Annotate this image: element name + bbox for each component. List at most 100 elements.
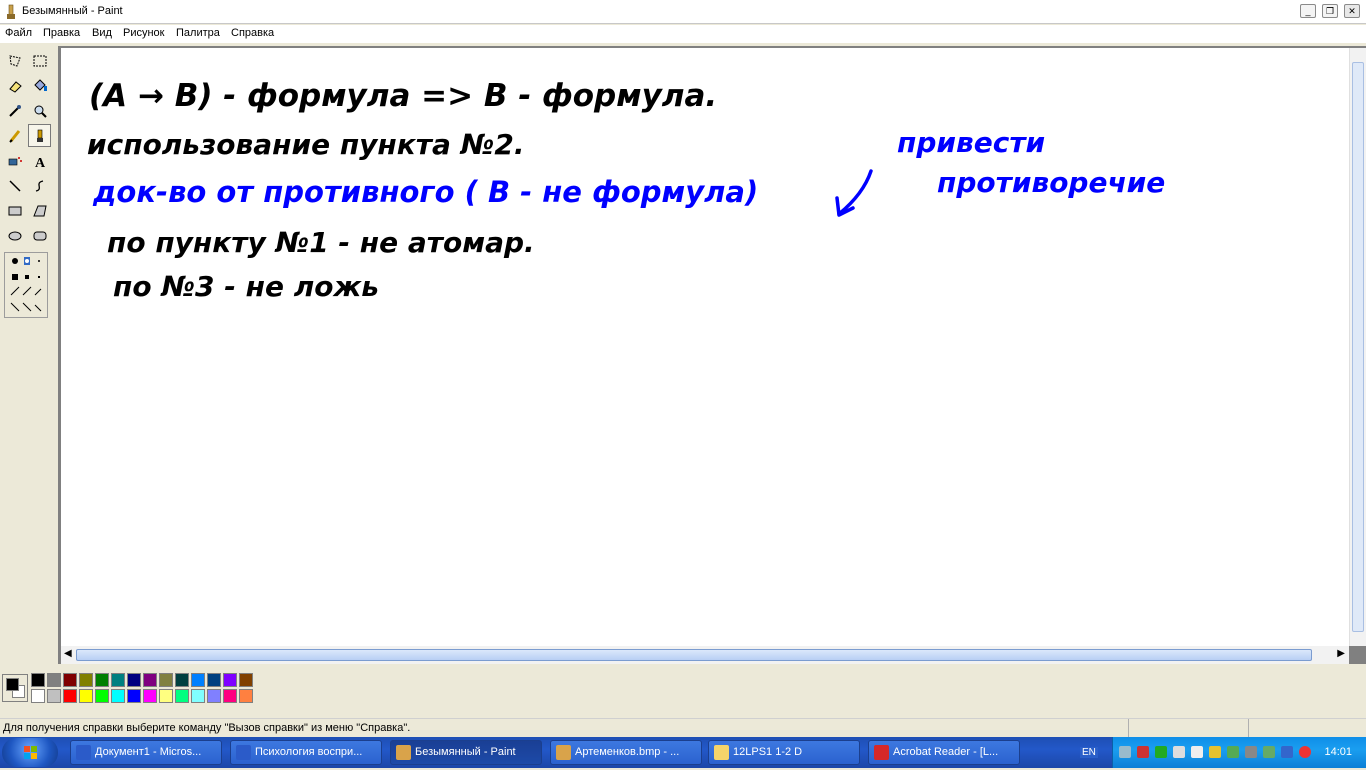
palette-swatch[interactable] [207, 673, 221, 687]
polygon-tool-icon[interactable] [28, 199, 51, 222]
menu-palette[interactable]: Палитра [174, 27, 222, 39]
palette-swatch[interactable] [63, 673, 77, 687]
palette-swatch[interactable] [175, 689, 189, 703]
taskbar-button[interactable]: Безымянный - Paint [390, 740, 542, 765]
handwriting-layer[interactable]: (A → B) - формула => B - формула. исполь… [61, 48, 1349, 646]
ellipse-tool-icon[interactable] [3, 224, 26, 247]
rounded-rect-tool-icon[interactable] [28, 224, 51, 247]
rect-select-icon[interactable] [28, 49, 51, 72]
handwriting-line-2: использование пункта №2. [87, 128, 524, 161]
note-line-1: привести [897, 126, 1045, 159]
palette-swatch[interactable] [159, 689, 173, 703]
scroll-right-icon[interactable]: ▶ [1337, 648, 1345, 659]
scroll-left-icon[interactable]: ◀ [64, 648, 72, 659]
palette-swatch[interactable] [95, 689, 109, 703]
palette-swatch[interactable] [191, 689, 205, 703]
palette-swatch[interactable] [95, 673, 109, 687]
color-picker-icon[interactable] [3, 99, 26, 122]
bluetooth-icon[interactable] [1281, 746, 1293, 758]
app-icon [76, 745, 91, 760]
palette-swatch[interactable] [175, 673, 189, 687]
language-indicator[interactable]: EN [1080, 747, 1098, 758]
palette-swatch[interactable] [47, 673, 61, 687]
sync-icon[interactable] [1263, 746, 1275, 758]
menu-help[interactable]: Справка [229, 27, 276, 39]
taskbar-button[interactable]: Психология воспри... [230, 740, 382, 765]
palette-swatch[interactable] [143, 689, 157, 703]
taskbar-button-label: Acrobat Reader - [L... [893, 746, 999, 758]
drawing-canvas[interactable]: (A → B) - формула => B - формула. исполь… [61, 48, 1349, 646]
close-button[interactable]: ✕ [1344, 4, 1360, 18]
update-icon[interactable] [1155, 746, 1167, 758]
start-button[interactable] [2, 738, 58, 767]
palette-swatch[interactable] [127, 689, 141, 703]
palette-swatch[interactable] [127, 673, 141, 687]
palette-swatch[interactable] [207, 689, 221, 703]
menu-file[interactable]: Файл [3, 27, 34, 39]
taskbar-button[interactable]: 12LPS1 1-2 D [708, 740, 860, 765]
handwriting-line-4: по пункту №1 - не атомар. [107, 226, 535, 259]
line-tool-icon[interactable] [3, 174, 26, 197]
palette-swatch[interactable] [191, 673, 205, 687]
battery-icon[interactable] [1227, 746, 1239, 758]
taskbar-button[interactable]: Артеменков.bmp - ... [550, 740, 702, 765]
free-select-icon[interactable] [3, 49, 26, 72]
minimize-button[interactable]: _ [1300, 4, 1316, 18]
network-icon[interactable] [1119, 746, 1131, 758]
gear-tray-icon[interactable] [1245, 746, 1257, 758]
palette-swatch[interactable] [111, 689, 125, 703]
taskbar-button[interactable]: Документ1 - Micros... [70, 740, 222, 765]
palette-swatch[interactable] [63, 689, 77, 703]
palette-swatch[interactable] [79, 673, 93, 687]
brush-icon[interactable] [28, 124, 51, 147]
pencil-icon[interactable] [3, 124, 26, 147]
palette-swatch[interactable] [223, 673, 237, 687]
document-tray-icon[interactable] [1173, 746, 1185, 758]
menu-edit[interactable]: Правка [41, 27, 82, 39]
taskbar: Документ1 - Micros... Психология воспри..… [0, 737, 1366, 768]
palette-swatch[interactable] [111, 673, 125, 687]
eraser-icon[interactable] [3, 74, 26, 97]
volume-icon[interactable] [1137, 746, 1149, 758]
arrow-icon [837, 169, 873, 216]
palette-swatch[interactable] [79, 689, 93, 703]
note-line-2: противоречие [937, 166, 1165, 199]
menu-view[interactable]: Вид [90, 27, 114, 39]
airbrush-icon[interactable] [3, 149, 26, 172]
horizontal-scrollbar[interactable]: ◀ ▶ [61, 646, 1349, 664]
taskbar-button[interactable]: Acrobat Reader - [L... [868, 740, 1020, 765]
brush-options-box[interactable] [4, 252, 48, 318]
opera-icon[interactable] [1299, 746, 1311, 758]
rectangle-tool-icon[interactable] [3, 199, 26, 222]
app-icon [556, 745, 571, 760]
palette-swatch[interactable] [223, 689, 237, 703]
handwriting-line-5: по №3 - не ложь [113, 270, 379, 303]
tool-box: A [0, 46, 58, 646]
taskbar-button-label: Безымянный - Paint [415, 746, 516, 758]
grid-tray-icon[interactable] [1209, 746, 1221, 758]
vertical-scrollbar[interactable] [1349, 48, 1366, 646]
text-tool-icon[interactable]: A [28, 149, 51, 172]
palette-swatch[interactable] [31, 689, 45, 703]
palette-swatch[interactable] [239, 673, 253, 687]
palette-swatch[interactable] [159, 673, 173, 687]
handwriting-line-1: (A → B) - формула => B - формула. [89, 78, 717, 114]
maximize-button[interactable]: ❐ [1322, 4, 1338, 18]
app-icon [396, 745, 411, 760]
notepad-tray-icon[interactable] [1191, 746, 1203, 758]
color-palette [0, 666, 1366, 712]
vertical-scroll-thumb[interactable] [1352, 62, 1364, 632]
fill-bucket-icon[interactable] [28, 74, 51, 97]
horizontal-scroll-thumb[interactable] [76, 649, 1312, 661]
taskbar-button-label: Психология воспри... [255, 746, 363, 758]
palette-swatch[interactable] [47, 689, 61, 703]
app-icon [236, 745, 251, 760]
curve-tool-icon[interactable] [28, 174, 51, 197]
primary-color[interactable] [6, 678, 19, 691]
palette-swatch[interactable] [31, 673, 45, 687]
clock[interactable]: 14:01 [1324, 746, 1352, 758]
magnifier-icon[interactable] [28, 99, 51, 122]
menu-image[interactable]: Рисунок [121, 27, 167, 39]
palette-swatch[interactable] [239, 689, 253, 703]
palette-swatch[interactable] [143, 673, 157, 687]
